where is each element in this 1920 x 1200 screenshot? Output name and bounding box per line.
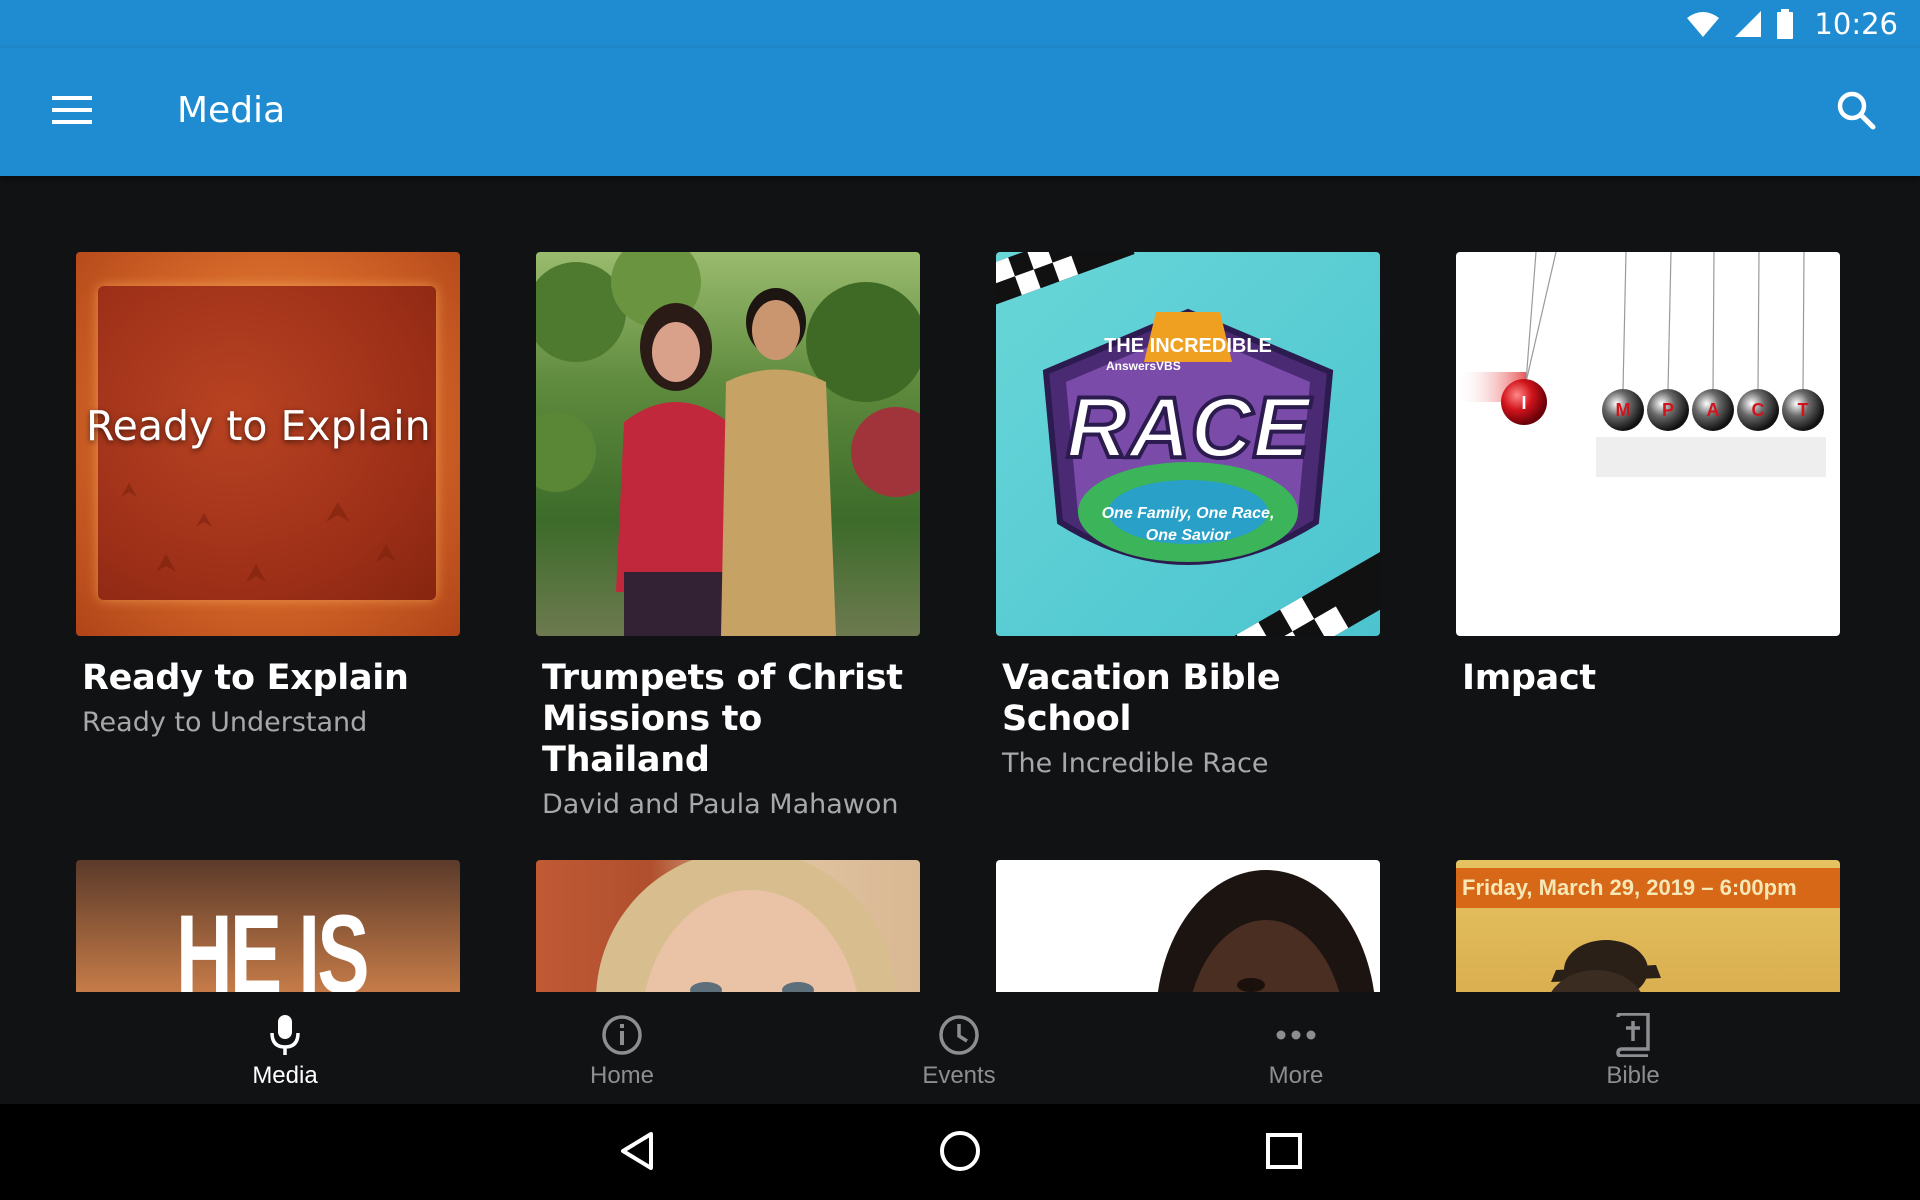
menu-button[interactable] xyxy=(38,86,106,138)
cell-signal-icon xyxy=(1734,10,1762,38)
status-time: 10:26 xyxy=(1814,7,1898,41)
card-subtitle: Ready to Understand xyxy=(82,707,368,738)
nav-item-events[interactable]: Events xyxy=(859,992,1059,1104)
media-thumbnail xyxy=(996,860,1380,992)
nav-item-bible[interactable]: Bible xyxy=(1533,992,1733,1104)
nav-item-media[interactable]: Media xyxy=(185,992,385,1104)
thumbnail-text: Ready to Explain xyxy=(86,402,431,450)
search-button[interactable] xyxy=(1826,82,1886,142)
search-icon xyxy=(1836,90,1876,135)
nav-label: Home xyxy=(589,1062,655,1089)
thumbnail-text: THE INCREDIBLE xyxy=(1104,335,1272,357)
microphone-icon xyxy=(268,1012,302,1058)
card-title: Trumpets of Christ Missions to Thailand xyxy=(542,658,903,780)
app-bar: Media xyxy=(0,48,1920,176)
page-title: Media xyxy=(177,90,286,131)
back-icon xyxy=(619,1131,655,1176)
nav-label: Media xyxy=(252,1062,318,1089)
media-thumbnail: HE IS xyxy=(76,860,460,992)
nav-label: More xyxy=(1268,1062,1324,1089)
nav-item-home[interactable]: Home xyxy=(522,992,722,1104)
home-icon xyxy=(939,1130,981,1177)
bottom-navigation: Media Home Events More Bible xyxy=(0,992,1920,1104)
system-home-button[interactable] xyxy=(929,1122,991,1184)
media-card[interactable]: I M P A C T Impact xyxy=(1456,252,1841,699)
media-grid: Ready to Explain Ready to Explain Ready … xyxy=(0,176,1920,992)
media-thumbnail: THE INCREDIBLE RACE AnswersVBS One Famil… xyxy=(996,252,1380,636)
thumbnail-text: HE IS xyxy=(176,892,370,992)
media-thumbnail xyxy=(536,860,920,992)
card-subtitle: The Incredible Race xyxy=(1002,748,1269,779)
recents-icon xyxy=(1266,1132,1302,1174)
system-navigation-bar xyxy=(0,1104,1920,1200)
media-card[interactable] xyxy=(536,860,921,992)
system-recents-button[interactable] xyxy=(1253,1122,1315,1184)
media-thumbnail: Friday, March 29, 2019 – 6:00pm xyxy=(1456,860,1840,992)
thumbnail-text: RACE xyxy=(1066,380,1312,476)
thumbnail-letter: M xyxy=(1616,400,1631,420)
status-bar: 10:26 xyxy=(0,0,1920,48)
card-title: Impact xyxy=(1462,658,1596,698)
media-thumbnail xyxy=(536,252,920,636)
thumbnail-letter: I xyxy=(1521,393,1526,413)
thumbnail-letter: C xyxy=(1752,400,1765,420)
nav-label: Events xyxy=(922,1062,996,1089)
media-card[interactable]: Trumpets of Christ Missions to Thailand … xyxy=(536,252,921,825)
more-dots-icon xyxy=(1275,1012,1317,1058)
card-title: Vacation Bible School xyxy=(1002,658,1281,739)
battery-icon xyxy=(1776,9,1794,39)
thumbnail-text: One Family, One Race, xyxy=(1102,505,1275,522)
thumbnail-text: One Savior xyxy=(1146,527,1231,544)
bible-icon xyxy=(1614,1012,1652,1058)
media-card[interactable]: THE INCREDIBLE RACE AnswersVBS One Famil… xyxy=(996,252,1381,784)
thumbnail-text: AnswersVBS xyxy=(1106,359,1181,373)
system-back-button[interactable] xyxy=(606,1122,668,1184)
media-card[interactable]: Friday, March 29, 2019 – 6:00pm xyxy=(1456,860,1841,992)
thumbnail-letter: P xyxy=(1662,400,1674,420)
card-title: Ready to Explain xyxy=(82,658,409,698)
media-card[interactable] xyxy=(996,860,1381,992)
media-card[interactable]: Ready to Explain Ready to Explain Ready … xyxy=(76,252,461,743)
info-icon xyxy=(601,1012,643,1058)
wifi-icon xyxy=(1686,10,1720,38)
clock-icon xyxy=(938,1012,980,1058)
menu-icon xyxy=(52,95,92,129)
thumbnail-letter: A xyxy=(1707,400,1720,420)
media-thumbnail: Ready to Explain xyxy=(76,252,460,636)
nav-item-more[interactable]: More xyxy=(1196,992,1396,1104)
media-thumbnail: I M P A C T xyxy=(1456,252,1840,636)
nav-label: Bible xyxy=(1606,1062,1660,1089)
thumbnail-letter: T xyxy=(1798,400,1809,420)
media-card[interactable]: HE IS xyxy=(76,860,461,992)
card-subtitle: David and Paula Mahawon xyxy=(542,789,899,820)
